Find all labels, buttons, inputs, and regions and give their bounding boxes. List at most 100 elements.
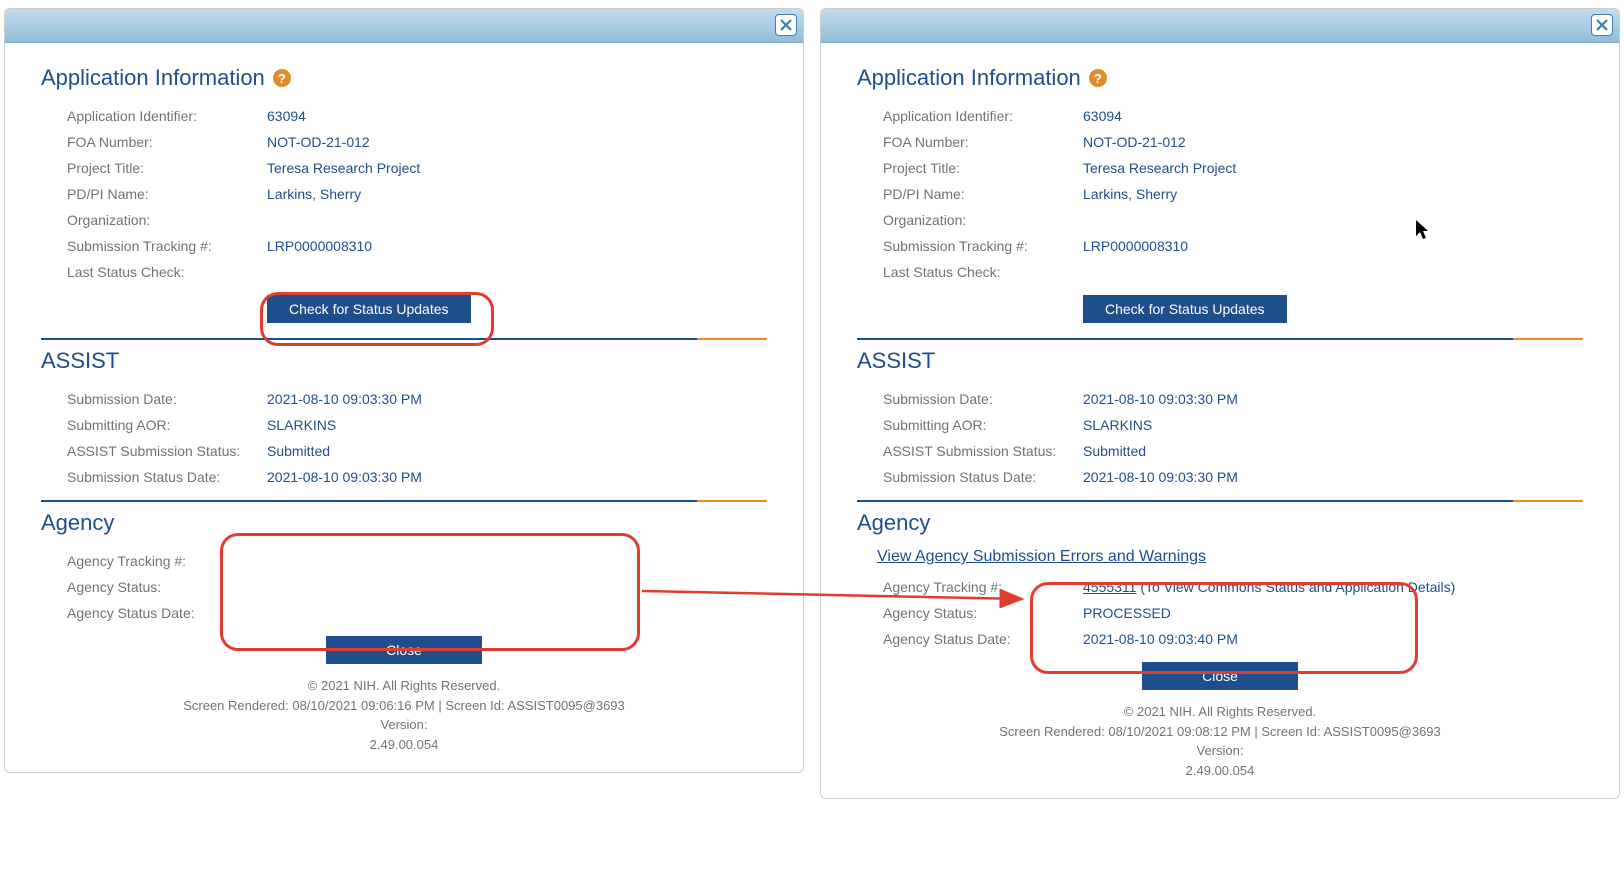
value-app-id: 63094 — [1077, 103, 1583, 129]
value-agency-tracking: 4555311 (To View Commons Status and Appl… — [1077, 574, 1583, 600]
screen-rendered: Screen Rendered: 08/10/2021 09:08:12 PM … — [857, 722, 1583, 742]
label-foa: FOA Number: — [61, 129, 261, 155]
value-last-check — [261, 259, 767, 285]
assist-heading: ASSIST — [857, 348, 1583, 374]
label-pdpi: PD/PI Name: — [61, 181, 261, 207]
value-assist-status: Submitted — [261, 438, 767, 464]
assist-table: Submission Date:2021-08-10 09:03:30 PM S… — [61, 386, 767, 490]
value-foa: NOT-OD-21-012 — [1077, 129, 1583, 155]
value-tracking: LRP0000008310 — [1077, 233, 1583, 259]
modal-dialog-left: Application Information ? Application Id… — [4, 8, 804, 773]
copyright: © 2021 NIH. All Rights Reserved. — [857, 702, 1583, 722]
label-title: Project Title: — [877, 155, 1077, 181]
check-status-button[interactable]: Check for Status Updates — [1083, 295, 1287, 323]
value-agency-status — [261, 574, 767, 600]
label-app-id: Application Identifier: — [877, 103, 1077, 129]
agency-tracking-link[interactable]: 4555311 — [1083, 579, 1136, 595]
label-org: Organization: — [877, 207, 1077, 233]
screen-rendered: Screen Rendered: 08/10/2021 09:06:16 PM … — [41, 696, 767, 716]
version-label: Version: — [41, 715, 767, 735]
label-agency-status: Agency Status: — [877, 600, 1077, 626]
label-tracking: Submission Tracking #: — [61, 233, 261, 259]
label-agency-status-date: Agency Status Date: — [61, 600, 261, 626]
app-info-heading: Application Information ? — [857, 65, 1583, 91]
label-status-date: Submission Status Date: — [877, 464, 1077, 490]
app-info-heading: Application Information ? — [41, 65, 767, 91]
divider — [41, 338, 767, 340]
value-foa: NOT-OD-21-012 — [261, 129, 767, 155]
close-button[interactable]: Close — [326, 636, 482, 664]
close-icon-button[interactable] — [775, 14, 797, 36]
app-info-table: Application Identifier:63094 FOA Number:… — [61, 103, 767, 328]
label-foa: FOA Number: — [877, 129, 1077, 155]
view-agency-errors-link[interactable]: View Agency Submission Errors and Warnin… — [877, 548, 1206, 565]
label-status-date: Submission Status Date: — [61, 464, 261, 490]
value-status-date: 2021-08-10 09:03:30 PM — [1077, 464, 1583, 490]
app-info-table: Application Identifier:63094 FOA Number:… — [877, 103, 1583, 328]
help-icon[interactable]: ? — [273, 69, 291, 87]
agency-table: Agency Tracking #:4555311 (To View Commo… — [877, 574, 1583, 652]
value-pdpi: Larkins, Sherry — [261, 181, 767, 207]
label-aor: Submitting AOR: — [877, 412, 1077, 438]
label-app-id: Application Identifier: — [61, 103, 261, 129]
label-org: Organization: — [61, 207, 261, 233]
close-icon — [1595, 18, 1609, 32]
label-agency-status-date: Agency Status Date: — [877, 626, 1077, 652]
value-assist-status: Submitted — [1077, 438, 1583, 464]
label-title: Project Title: — [61, 155, 261, 181]
version: 2.49.00.054 — [857, 761, 1583, 781]
mouse-cursor-icon — [1416, 220, 1432, 242]
divider — [857, 338, 1583, 340]
footer: © 2021 NIH. All Rights Reserved. Screen … — [857, 696, 1583, 790]
label-sub-date: Submission Date: — [61, 386, 261, 412]
close-button[interactable]: Close — [1142, 662, 1298, 690]
label-assist-status: ASSIST Submission Status: — [877, 438, 1077, 464]
value-sub-date: 2021-08-10 09:03:30 PM — [261, 386, 767, 412]
value-aor: SLARKINS — [261, 412, 767, 438]
label-sub-date: Submission Date: — [877, 386, 1077, 412]
check-status-button[interactable]: Check for Status Updates — [267, 295, 471, 323]
label-last-check: Last Status Check: — [877, 259, 1077, 285]
label-last-check: Last Status Check: — [61, 259, 261, 285]
label-agency-tracking: Agency Tracking #: — [61, 548, 261, 574]
close-icon — [779, 18, 793, 32]
modal-dialog-right: Application Information ? Application Id… — [820, 8, 1620, 799]
agency-heading: Agency — [857, 510, 1583, 536]
value-status-date: 2021-08-10 09:03:30 PM — [261, 464, 767, 490]
assist-table: Submission Date:2021-08-10 09:03:30 PM S… — [877, 386, 1583, 490]
divider — [857, 500, 1583, 502]
value-agency-tracking — [261, 548, 767, 574]
value-pdpi: Larkins, Sherry — [1077, 181, 1583, 207]
label-agency-tracking: Agency Tracking #: — [877, 574, 1077, 600]
help-icon[interactable]: ? — [1089, 69, 1107, 87]
close-icon-button[interactable] — [1591, 14, 1613, 36]
label-aor: Submitting AOR: — [61, 412, 261, 438]
assist-heading: ASSIST — [41, 348, 767, 374]
agency-tracking-suffix: (To View Commons Status and Application … — [1136, 579, 1455, 595]
divider — [41, 500, 767, 502]
value-agency-status-date: 2021-08-10 09:03:40 PM — [1077, 626, 1583, 652]
agency-table: Agency Tracking #: Agency Status: Agency… — [61, 548, 767, 626]
label-pdpi: PD/PI Name: — [877, 181, 1077, 207]
value-org — [261, 207, 767, 233]
value-agency-status: PROCESSED — [1077, 600, 1583, 626]
value-title: Teresa Research Project — [261, 155, 767, 181]
modal-header — [5, 9, 803, 43]
value-sub-date: 2021-08-10 09:03:30 PM — [1077, 386, 1583, 412]
value-tracking: LRP0000008310 — [261, 233, 767, 259]
value-org — [1077, 207, 1583, 233]
label-tracking: Submission Tracking #: — [877, 233, 1077, 259]
label-assist-status: ASSIST Submission Status: — [61, 438, 261, 464]
agency-heading: Agency — [41, 510, 767, 536]
footer: © 2021 NIH. All Rights Reserved. Screen … — [41, 670, 767, 764]
version-label: Version: — [857, 741, 1583, 761]
label-agency-status: Agency Status: — [61, 574, 261, 600]
value-aor: SLARKINS — [1077, 412, 1583, 438]
value-agency-status-date — [261, 600, 767, 626]
copyright: © 2021 NIH. All Rights Reserved. — [41, 676, 767, 696]
value-title: Teresa Research Project — [1077, 155, 1583, 181]
value-app-id: 63094 — [261, 103, 767, 129]
value-last-check — [1077, 259, 1583, 285]
modal-header — [821, 9, 1619, 43]
version: 2.49.00.054 — [41, 735, 767, 755]
